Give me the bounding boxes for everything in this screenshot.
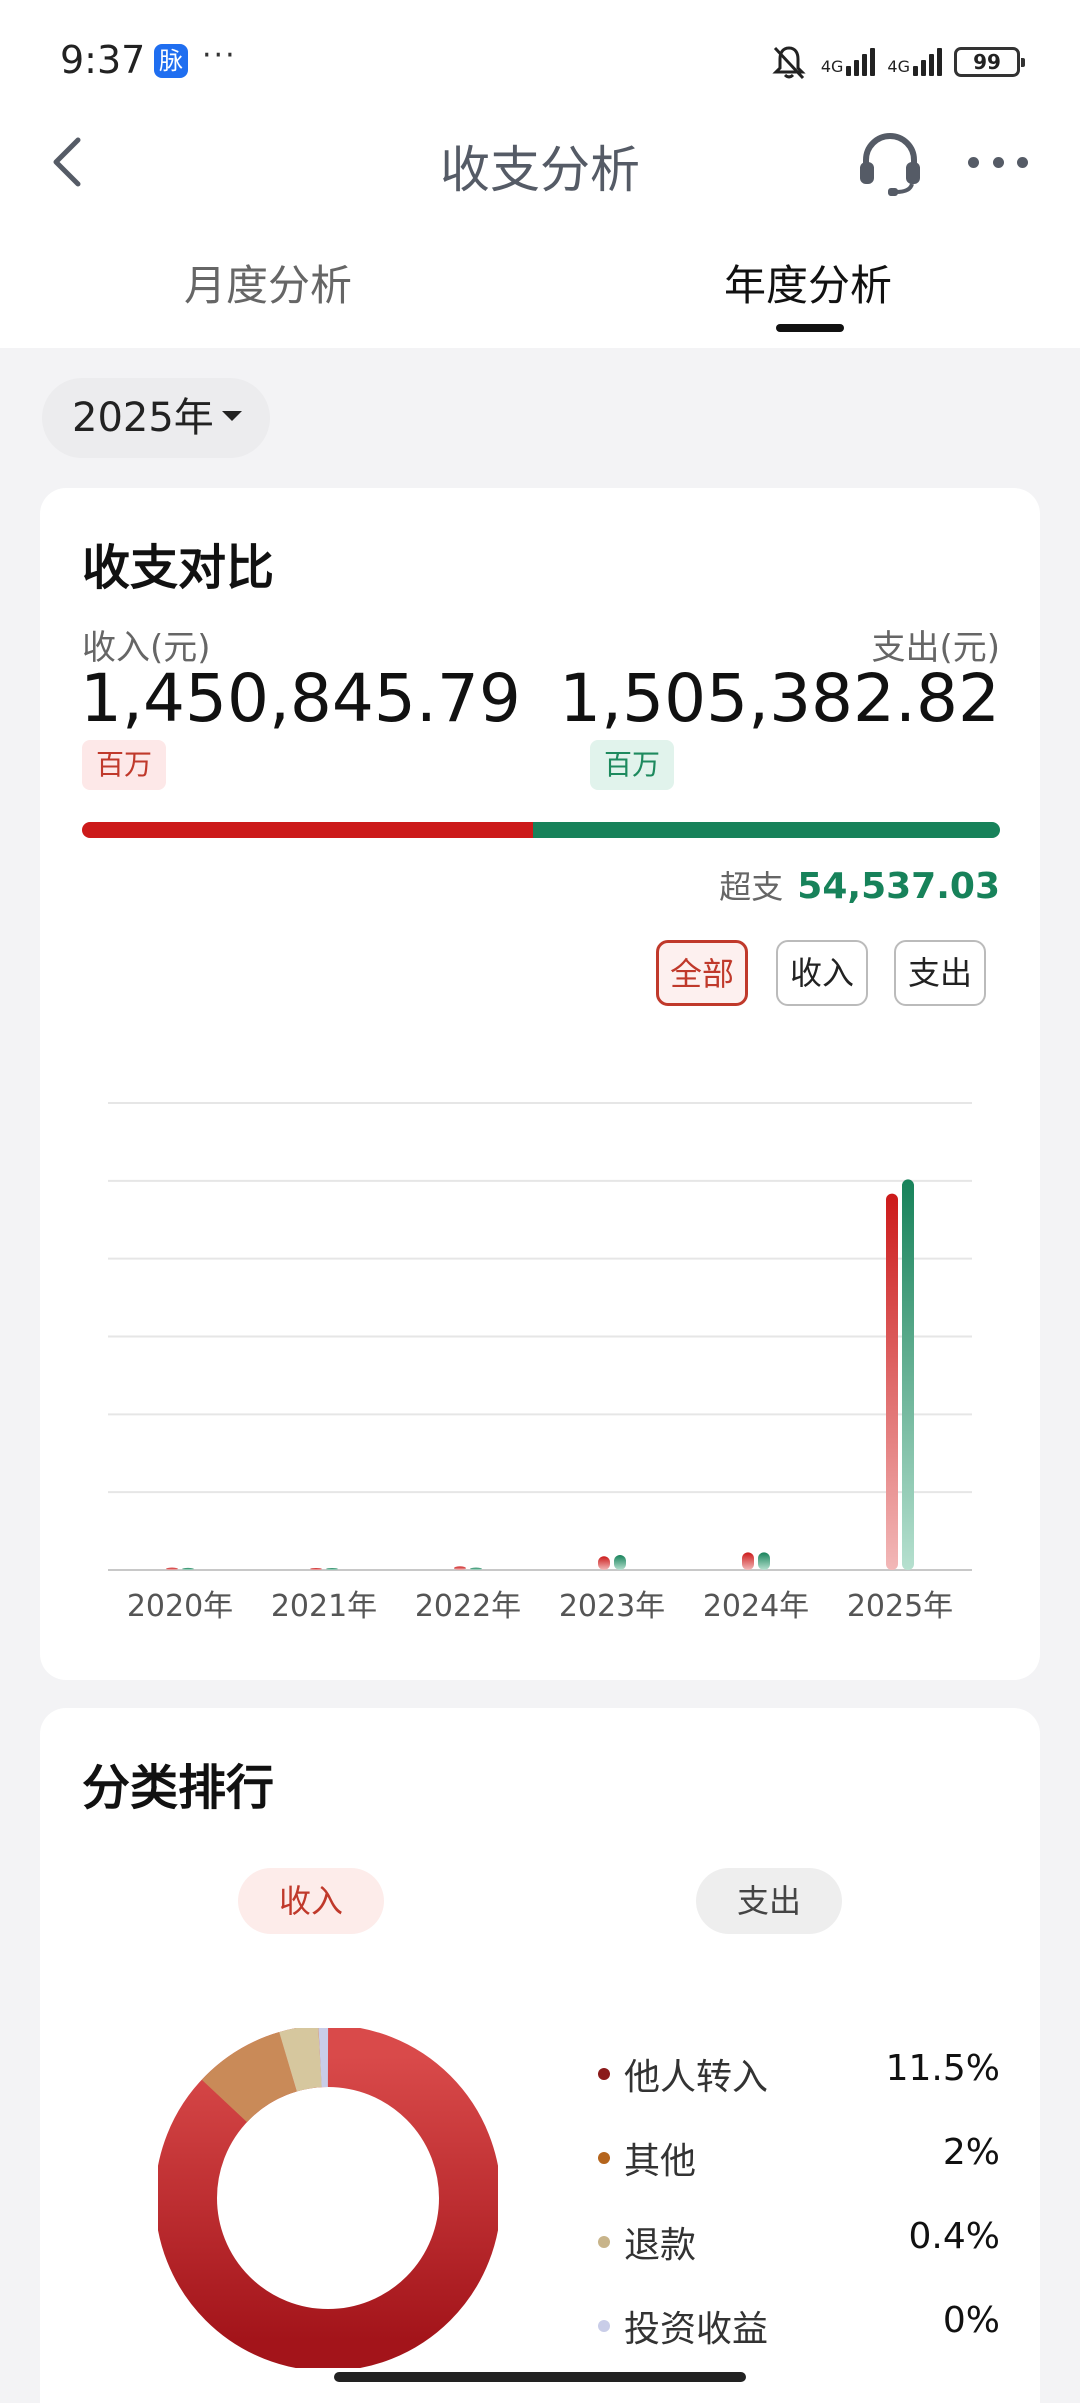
filter-expense-button[interactable]: 支出 [894,940,986,1006]
income-expense-ratio-bar [82,822,1000,838]
ratio-income-segment [82,822,533,838]
legend-pct: 0.4% [908,2216,1000,2257]
year-selector[interactable]: 2025年 [42,378,270,458]
x-tick-label: 2023年 [559,1589,665,1624]
signal-1-icon: 4G [821,48,876,76]
donut-slice-other [201,2032,298,2123]
income-unit-badge: 百万 [82,740,167,790]
donut-slice-refund [279,2028,323,2092]
income-bar[interactable] [598,1556,610,1570]
expense-bar[interactable] [758,1552,770,1570]
income-bar[interactable] [166,1567,178,1570]
legend-item[interactable]: 其他 2% [598,2132,1000,2216]
category-ranking-card: 分类排行 收入 支出 他人转入 11.5% 其他 2% 退款 0.4% 投资收益… [40,1708,1040,2403]
ranking-title: 分类排行 [82,1760,275,1816]
income-amount: 1,450,845.79 [80,660,521,737]
income-bar[interactable] [886,1193,898,1570]
overspend-value: 54,537.03 [797,866,1000,907]
income-bar[interactable] [742,1552,754,1570]
category-donut-chart [158,2028,498,2368]
legend-item[interactable]: 退款 0.4% [598,2216,1000,2300]
legend-name: 投资收益 [624,2309,769,2350]
x-tick-label: 2024年 [703,1589,809,1624]
legend-dot [598,2152,610,2164]
bell-off-icon [772,46,806,80]
status-bar: 9:37 脉 ··· 4G 4G 99 [0,0,1080,120]
tab-active-indicator [776,324,844,332]
legend-dot [598,2320,610,2332]
comparison-card: 收支对比 收入(元) 支出(元) 1,450,845.79 1,505,382.… [40,488,1040,1680]
year-selector-label: 2025年 [72,395,214,441]
income-bar[interactable] [310,1568,322,1570]
home-indicator[interactable] [334,2372,746,2382]
x-tick-label: 2022年 [415,1589,521,1624]
status-icons: 4G 4G 99 [769,42,1025,82]
app-notification-icon: 脉 [154,44,188,78]
x-tick-label: 2021年 [271,1589,377,1624]
legend-name: 他人转入 [624,2057,769,2098]
expense-bar[interactable] [326,1568,338,1570]
analysis-tabs: 月度分析 年度分析 [0,252,1080,332]
x-tick-label: 2025年 [847,1589,953,1624]
tab-yearly[interactable]: 年度分析 [724,252,892,313]
expense-bar[interactable] [614,1554,626,1570]
customer-service-icon[interactable] [854,126,926,198]
filter-all-button[interactable]: 全部 [656,940,748,1006]
status-more-icon: ··· [202,38,237,73]
legend-item[interactable]: 他人转入 11.5% [598,2048,1000,2132]
filter-income-button[interactable]: 收入 [776,940,868,1006]
legend-name: 退款 [624,2225,697,2266]
overspend-label: 超支 [719,868,784,906]
income-bar[interactable] [454,1566,466,1570]
ranking-tab-income[interactable]: 收入 [238,1868,384,1934]
yearly-bar-chart: 2020年 2021年 2022年 2023年 2024年 2025年 [108,1102,972,1624]
battery-icon: 99 [954,47,1025,77]
expense-unit-badge: 百万 [590,740,675,790]
overspend-summary: 超支 54,537.03 [719,862,1000,908]
legend-pct: 0% [942,2300,1000,2341]
comparison-title: 收支对比 [82,540,275,596]
caret-down-icon [221,411,242,421]
legend-dot [598,2236,610,2248]
x-tick-label: 2020年 [127,1589,233,1624]
legend-pct: 11.5% [885,2048,1000,2089]
status-time: 9:37 [60,38,146,82]
category-legend: 他人转入 11.5% 其他 2% 退款 0.4% 投资收益 0% [598,2048,1000,2384]
expense-bar[interactable] [902,1179,914,1570]
ranking-tab-expense[interactable]: 支出 [696,1868,842,1934]
tab-monthly[interactable]: 月度分析 [184,252,352,313]
legend-dot [598,2068,610,2080]
expense-bar[interactable] [182,1567,194,1570]
legend-name: 其他 [624,2141,697,2182]
expense-amount: 1,505,382.82 [559,660,1000,737]
signal-2-icon: 4G [887,48,942,76]
more-options-icon[interactable] [968,150,1028,174]
expense-bar[interactable] [470,1567,482,1570]
ratio-expense-segment [532,822,1000,838]
legend-pct: 2% [942,2132,1000,2173]
